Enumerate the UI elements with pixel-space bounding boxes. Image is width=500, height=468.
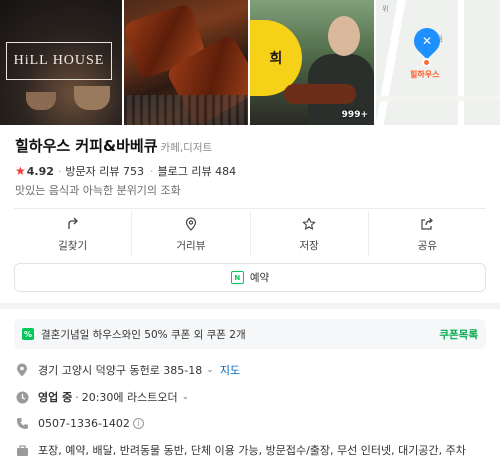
save-button[interactable]: 저장 [251,211,369,257]
address-text: 경기 고양시 덕양구 동헌로 385-18 [38,364,203,377]
photo-interior[interactable]: HiLL HOUSE [0,0,122,125]
map-road [376,0,407,125]
hill-house-logo: HiLL HOUSE [6,42,112,80]
photo-bbq-ribs[interactable] [124,0,248,125]
share-label: 공유 [417,239,438,252]
phone-icon [15,416,29,430]
coupon-banner[interactable]: % 결혼기념일 하우스와인 50% 쿠폰 외 쿠폰 2개 쿠폰목록 [14,319,486,349]
street-view-button[interactable]: 거리뷰 [132,211,251,257]
phone-number[interactable]: 0507-1336-1402 [38,417,130,430]
street-view-label: 거리뷰 [176,239,206,252]
hours-row: 영업 중 · 20:30에 라스트오더 ⌄ [15,389,189,405]
save-label: 저장 [299,239,319,252]
place-title: 힐하우스 커피&바베큐 [15,137,158,155]
action-bar: 길찾기 거리뷰 저장 공유 [14,211,486,257]
map-link[interactable]: 지도 [220,362,240,378]
last-order-text: 20:30에 라스트오더 [81,391,178,404]
blog-reviews-link[interactable]: 블로그 리뷰 484 [158,163,237,179]
place-category: 카페,디저트 [160,142,213,154]
coupon-icon: % [22,328,34,340]
share-icon [419,216,435,232]
chef-face [328,16,360,56]
amenities-row: 포장, 예약, 배달, 반려동물 동반, 단체 이용 가능, 방문접수/출장, … [15,442,466,458]
star-icon [301,216,317,232]
cup-decoration [74,86,110,110]
place-description: 맛있는 음식과 아늑한 분위기의 조화 [15,184,181,197]
place-header: 힐하우스 커피&바베큐 카페,디저트 [15,135,212,156]
photo-count-badge: 999+ [341,110,368,120]
directions-button[interactable]: 길찾기 [14,211,133,257]
naver-booking-icon: N [230,271,244,284]
chevron-down-icon[interactable]: ⌄ [182,392,190,402]
map-road [458,0,464,125]
phone-row: 0507-1336-1402 i [15,416,144,430]
chevron-down-icon[interactable]: ⌄ [206,365,214,375]
photo-chef[interactable]: 희 999+ [250,0,374,125]
directions-icon [65,216,81,232]
address-row: 경기 고양시 덕양구 동헌로 385-18 ⌄ 지도 [15,362,240,378]
section-divider [0,303,500,309]
cup-decoration [26,92,56,110]
info-icon[interactable]: i [132,417,144,429]
directions-label: 길찾기 [58,239,88,252]
logo-text: HiLL HOUSE [13,53,105,68]
amenities-icon [15,443,29,457]
amenities-text: 포장, 예약, 배달, 반려동물 동반, 단체 이용 가능, 방문접수/출장, … [38,444,466,457]
separator: · [57,164,62,178]
coupon-list-link[interactable]: 쿠폰목록 [439,327,478,342]
photo-strip: HiLL HOUSE 희 999+ 위 지됨 ✕ 힐하우스 [0,0,500,125]
visitor-reviews-link[interactable]: 방문자 리뷰 753 [65,163,144,179]
map-label: 위 [382,5,389,13]
divider [14,208,486,209]
street-view-icon [183,216,199,232]
reserve-label: 예약 [249,272,270,284]
location-dot-icon [422,58,431,67]
reserve-button[interactable]: N 예약 [14,263,486,292]
meat-decoration [284,84,356,104]
location-pin-icon [15,363,29,377]
map-thumbnail[interactable]: 위 지됨 ✕ 힐하우스 [376,0,500,125]
open-status: 영업 중 [38,391,73,404]
separator: · [150,164,154,178]
share-button[interactable]: 공유 [369,211,486,257]
review-stats: ★ 4.92 · 방문자 리뷰 753 · 블로그 리뷰 484 [15,163,238,179]
grill-decoration [124,95,248,125]
star-icon: ★ [15,164,26,178]
coupon-text: 결혼기념일 하우스와인 50% 쿠폰 외 쿠폰 2개 [41,328,246,341]
map-place-name: 힐하우스 [410,70,440,79]
clock-icon [15,390,29,404]
map-road [376,96,500,101]
rating-value: 4.92 [26,164,54,178]
restaurant-pin-icon: ✕ [408,22,446,60]
separator: · [75,390,79,404]
sign-text: 희 [269,51,283,67]
